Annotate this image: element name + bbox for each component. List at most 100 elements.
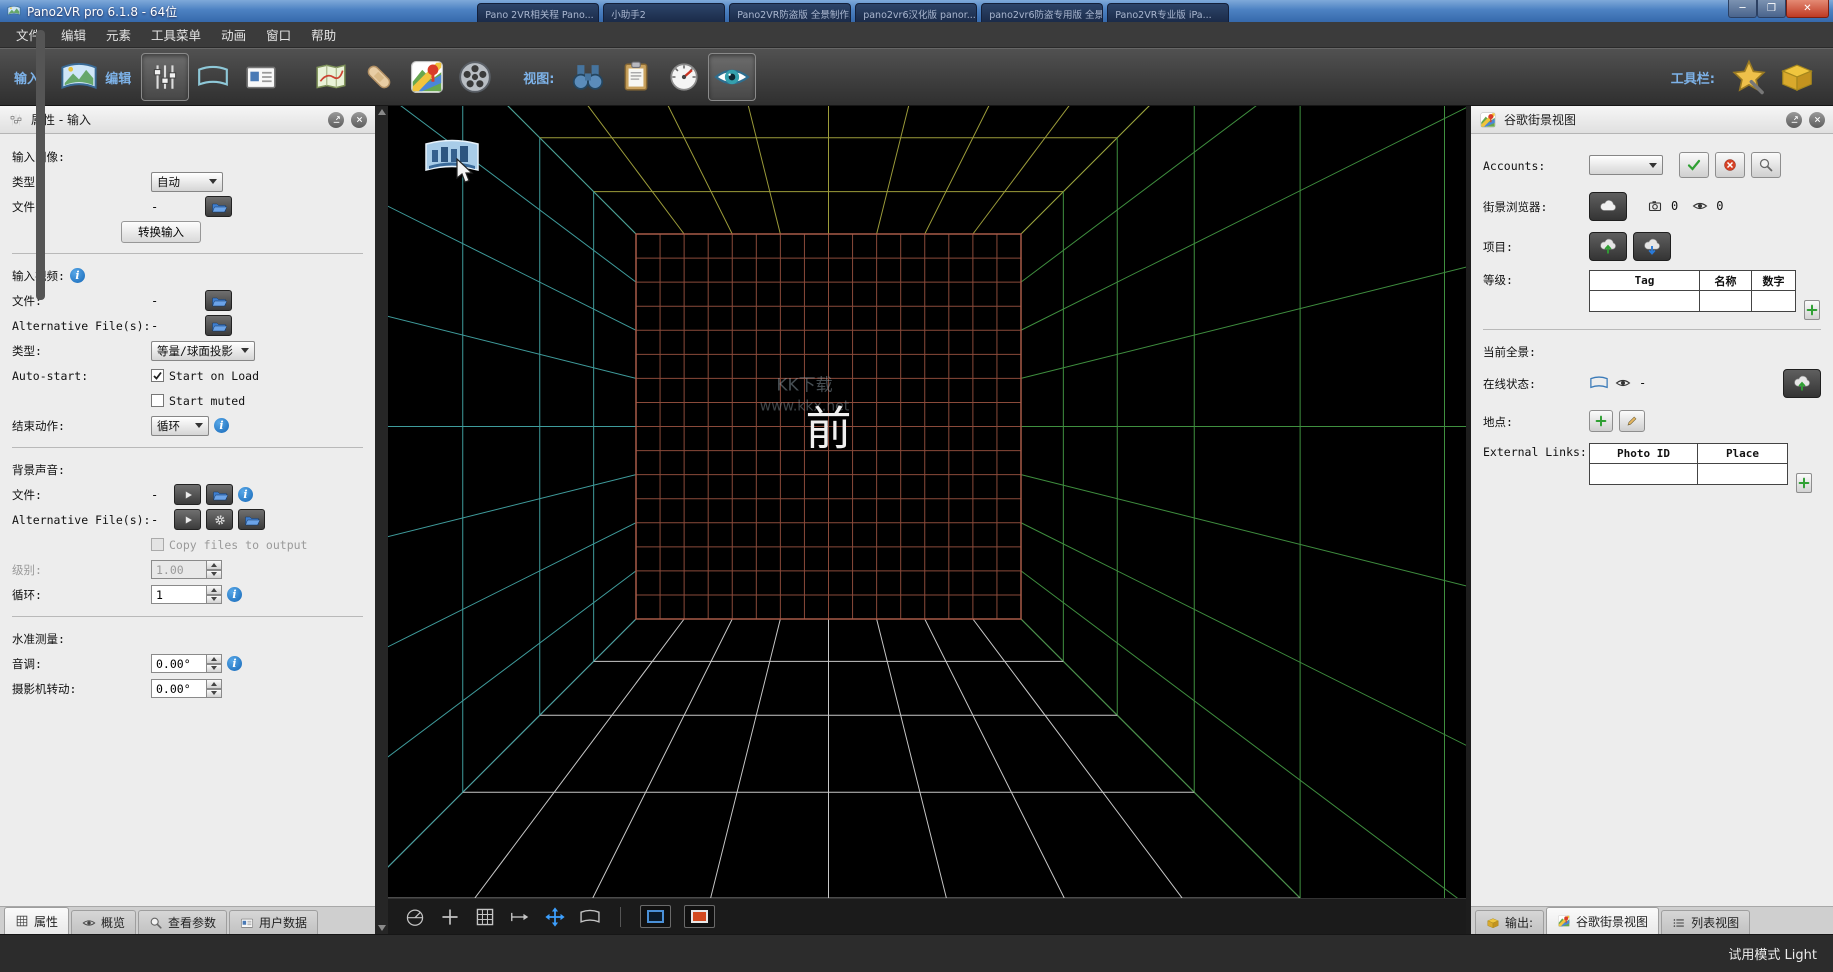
add-link-button[interactable] — [1796, 473, 1812, 493]
accounts-dropdown[interactable] — [1589, 155, 1663, 175]
spin-up-button[interactable] — [207, 679, 222, 689]
maximize-button[interactable]: ❐ — [1757, 0, 1786, 18]
sound-alt-play-button[interactable] — [174, 509, 201, 530]
external-links-table[interactable]: Photo ID Place — [1589, 443, 1788, 485]
info-icon[interactable]: i — [214, 418, 229, 433]
finder-button[interactable] — [564, 53, 612, 101]
close-button[interactable]: ✕ — [1786, 0, 1829, 18]
spin-down-button[interactable] — [207, 595, 222, 605]
output-button[interactable] — [1773, 53, 1821, 101]
user-data-button[interactable] — [237, 53, 285, 101]
menu-item-animation[interactable]: 动画 — [211, 22, 256, 47]
menu-item-help[interactable]: 帮助 — [301, 22, 346, 47]
tab-overview[interactable]: 概览 — [71, 910, 136, 934]
loop-input[interactable] — [151, 585, 207, 604]
scrollbar-thumb[interactable] — [36, 30, 45, 300]
spin-down-button[interactable] — [207, 689, 222, 699]
spin-down-button[interactable] — [207, 570, 222, 580]
titlebar-tab[interactable]: Pano 2VR相关程 Pano... — [477, 3, 599, 22]
tab-google-streetview[interactable]: 谷歌街景视图 — [1546, 907, 1659, 934]
level-input[interactable] — [151, 560, 207, 579]
project-upload-button[interactable] — [1589, 232, 1627, 261]
projection-dropdown[interactable]: 等量/球面投影 — [151, 341, 255, 361]
float-panel-icon[interactable] — [1786, 112, 1802, 128]
skin-editor-button[interactable] — [1725, 53, 1773, 101]
titlebar-tab[interactable]: pano2vr6防盗专用版 全景 — [981, 3, 1103, 22]
info-icon[interactable]: i — [227, 587, 242, 602]
input-file-browse-button[interactable] — [205, 196, 232, 217]
scroll-up-icon[interactable] — [378, 109, 386, 115]
spin-down-button[interactable] — [207, 664, 222, 674]
titlebar-tab[interactable]: pano2vr6汉化版 panor... — [855, 3, 977, 22]
level-table[interactable]: Tag 名称 数字 — [1589, 270, 1796, 312]
spin-up-button[interactable] — [207, 585, 222, 595]
animation-editor-button[interactable] — [451, 53, 499, 101]
properties-button[interactable] — [141, 53, 189, 101]
add-level-button[interactable] — [1804, 300, 1820, 320]
streetview-browser-button[interactable] — [1589, 192, 1627, 221]
grid-toggle-icon[interactable] — [474, 906, 496, 928]
upload-pano-button[interactable] — [1783, 369, 1821, 398]
add-place-button[interactable] — [1589, 410, 1613, 432]
menu-item-edit[interactable]: 编辑 — [51, 22, 96, 47]
tab-output[interactable]: 输出: — [1475, 910, 1544, 934]
google-streetview-button[interactable] — [403, 53, 451, 101]
add-icon[interactable] — [439, 906, 461, 928]
hotspot-frame-button[interactable] — [684, 905, 715, 928]
close-panel-icon[interactable] — [1809, 112, 1825, 128]
minimize-button[interactable]: ─ — [1728, 0, 1757, 18]
info-icon[interactable]: i — [238, 487, 253, 502]
alt-files-browse-button[interactable] — [205, 315, 232, 336]
tab-list-view[interactable]: 列表视图 — [1661, 910, 1750, 934]
copy-files-checkbox[interactable] — [151, 538, 164, 551]
start-on-load-checkbox[interactable] — [151, 369, 164, 382]
project-download-button[interactable] — [1633, 232, 1671, 261]
menu-item-elements[interactable]: 元素 — [96, 22, 141, 47]
left-panel-scrollbar[interactable] — [375, 106, 388, 934]
panorama-mode-icon[interactable] — [579, 906, 601, 928]
end-action-dropdown[interactable]: 循环 — [151, 416, 209, 436]
tour-map-button[interactable] — [307, 53, 355, 101]
menu-item-window[interactable]: 窗口 — [256, 22, 301, 47]
account-remove-button[interactable] — [1715, 152, 1745, 178]
spin-up-button[interactable] — [207, 654, 222, 664]
account-confirm-button[interactable] — [1679, 152, 1709, 178]
pitch-input[interactable] — [151, 654, 207, 673]
close-panel-icon[interactable] — [351, 112, 367, 128]
table-row[interactable] — [1590, 464, 1788, 485]
viewing-parameters-button[interactable] — [189, 53, 237, 101]
output-log-button[interactable] — [612, 53, 660, 101]
account-search-button[interactable] — [1751, 152, 1781, 178]
video-file-browse-button[interactable] — [205, 290, 232, 311]
start-muted-checkbox[interactable] — [151, 394, 164, 407]
performance-button[interactable] — [660, 53, 708, 101]
sound-browse-button[interactable] — [206, 484, 233, 505]
sound-alt-browse-button[interactable] — [238, 509, 265, 530]
camera-roll-input[interactable] — [151, 679, 207, 698]
scroll-down-icon[interactable] — [378, 925, 386, 931]
spin-up-button[interactable] — [207, 560, 222, 570]
input-panorama-button[interactable] — [55, 53, 103, 101]
measure-icon[interactable] — [509, 906, 531, 928]
viewer-button[interactable] — [708, 53, 756, 101]
info-icon[interactable]: i — [227, 656, 242, 671]
edit-place-button[interactable] — [1619, 410, 1645, 432]
titlebar-tab[interactable]: 小助手2 — [603, 3, 725, 22]
patch-button[interactable] — [355, 53, 403, 101]
protractor-icon[interactable] — [404, 906, 426, 928]
panorama-viewport[interactable]: KK下载www.kkx.net前 — [388, 106, 1466, 898]
info-icon[interactable]: i — [70, 268, 85, 283]
move-mode-icon[interactable] — [544, 906, 566, 928]
convert-input-button[interactable]: 转换输入 — [121, 221, 201, 243]
tab-properties[interactable]: 属性 — [4, 907, 69, 934]
table-row[interactable] — [1590, 291, 1796, 312]
tab-viewing-parameters[interactable]: 查看参数 — [138, 910, 227, 934]
input-type-dropdown[interactable]: 自动 — [151, 172, 223, 192]
titlebar-tab[interactable]: Pano2VR防盗版 全景制作... — [729, 3, 851, 22]
sound-alt-settings-button[interactable] — [206, 509, 233, 530]
tab-user-data[interactable]: 用户数据 — [229, 910, 318, 934]
titlebar-tab[interactable]: Pano2VR专业版 iPa... — [1107, 3, 1229, 22]
menu-item-tools[interactable]: 工具菜单 — [141, 22, 211, 47]
view-frame-button[interactable] — [640, 905, 671, 928]
sound-play-button[interactable] — [174, 484, 201, 505]
